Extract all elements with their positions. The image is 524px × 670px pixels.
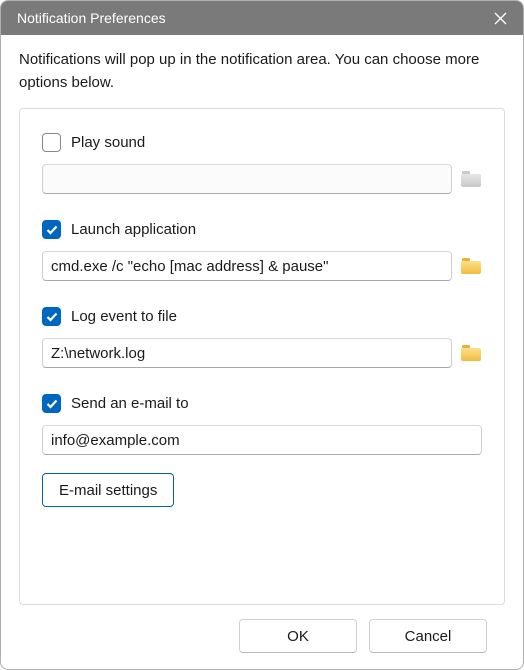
dialog-footer: OK Cancel [19,605,505,653]
dialog-window: Notification Preferences Notifications w… [0,0,524,670]
play-sound-input[interactable] [42,164,452,194]
play-sound-check-row: Play sound [42,133,482,152]
play-sound-checkbox[interactable] [42,133,61,152]
log-event-section: Log event to file [42,307,482,368]
folder-icon [461,345,481,361]
launch-app-checkbox[interactable] [42,220,61,239]
window-title: Notification Preferences [17,10,489,26]
log-event-checkbox[interactable] [42,307,61,326]
cancel-button[interactable]: Cancel [369,619,487,653]
log-event-label[interactable]: Log event to file [71,308,177,325]
title-bar: Notification Preferences [1,1,523,35]
intro-text: Notifications will pop up in the notific… [19,49,505,94]
close-icon [494,12,507,25]
options-panel: Play sound [19,108,505,605]
log-event-browse-button[interactable] [460,338,482,368]
checkmark-icon [46,225,58,235]
launch-app-input[interactable] [42,251,452,281]
launch-app-browse-button[interactable] [460,251,482,281]
close-button[interactable] [489,7,511,29]
ok-button[interactable]: OK [239,619,357,653]
play-sound-section: Play sound [42,133,482,194]
email-settings-button[interactable]: E-mail settings [42,473,174,507]
send-email-label[interactable]: Send an e-mail to [71,395,189,412]
log-event-check-row: Log event to file [42,307,482,326]
send-email-section: Send an e-mail to E-mail settings [42,394,482,507]
checkmark-icon [46,312,58,322]
dialog-body: Notifications will pop up in the notific… [1,35,523,669]
log-event-input-row [42,338,482,368]
folder-icon [461,258,481,274]
checkmark-icon [46,399,58,409]
send-email-input-row [42,425,482,455]
send-email-checkbox[interactable] [42,394,61,413]
log-event-input[interactable] [42,338,452,368]
launch-app-label[interactable]: Launch application [71,221,196,238]
play-sound-browse-button[interactable] [460,164,482,194]
send-email-check-row: Send an e-mail to [42,394,482,413]
launch-app-check-row: Launch application [42,220,482,239]
play-sound-input-row [42,164,482,194]
play-sound-label[interactable]: Play sound [71,134,145,151]
launch-app-input-row [42,251,482,281]
launch-app-section: Launch application [42,220,482,281]
send-email-input[interactable] [42,425,482,455]
folder-icon [461,171,481,187]
